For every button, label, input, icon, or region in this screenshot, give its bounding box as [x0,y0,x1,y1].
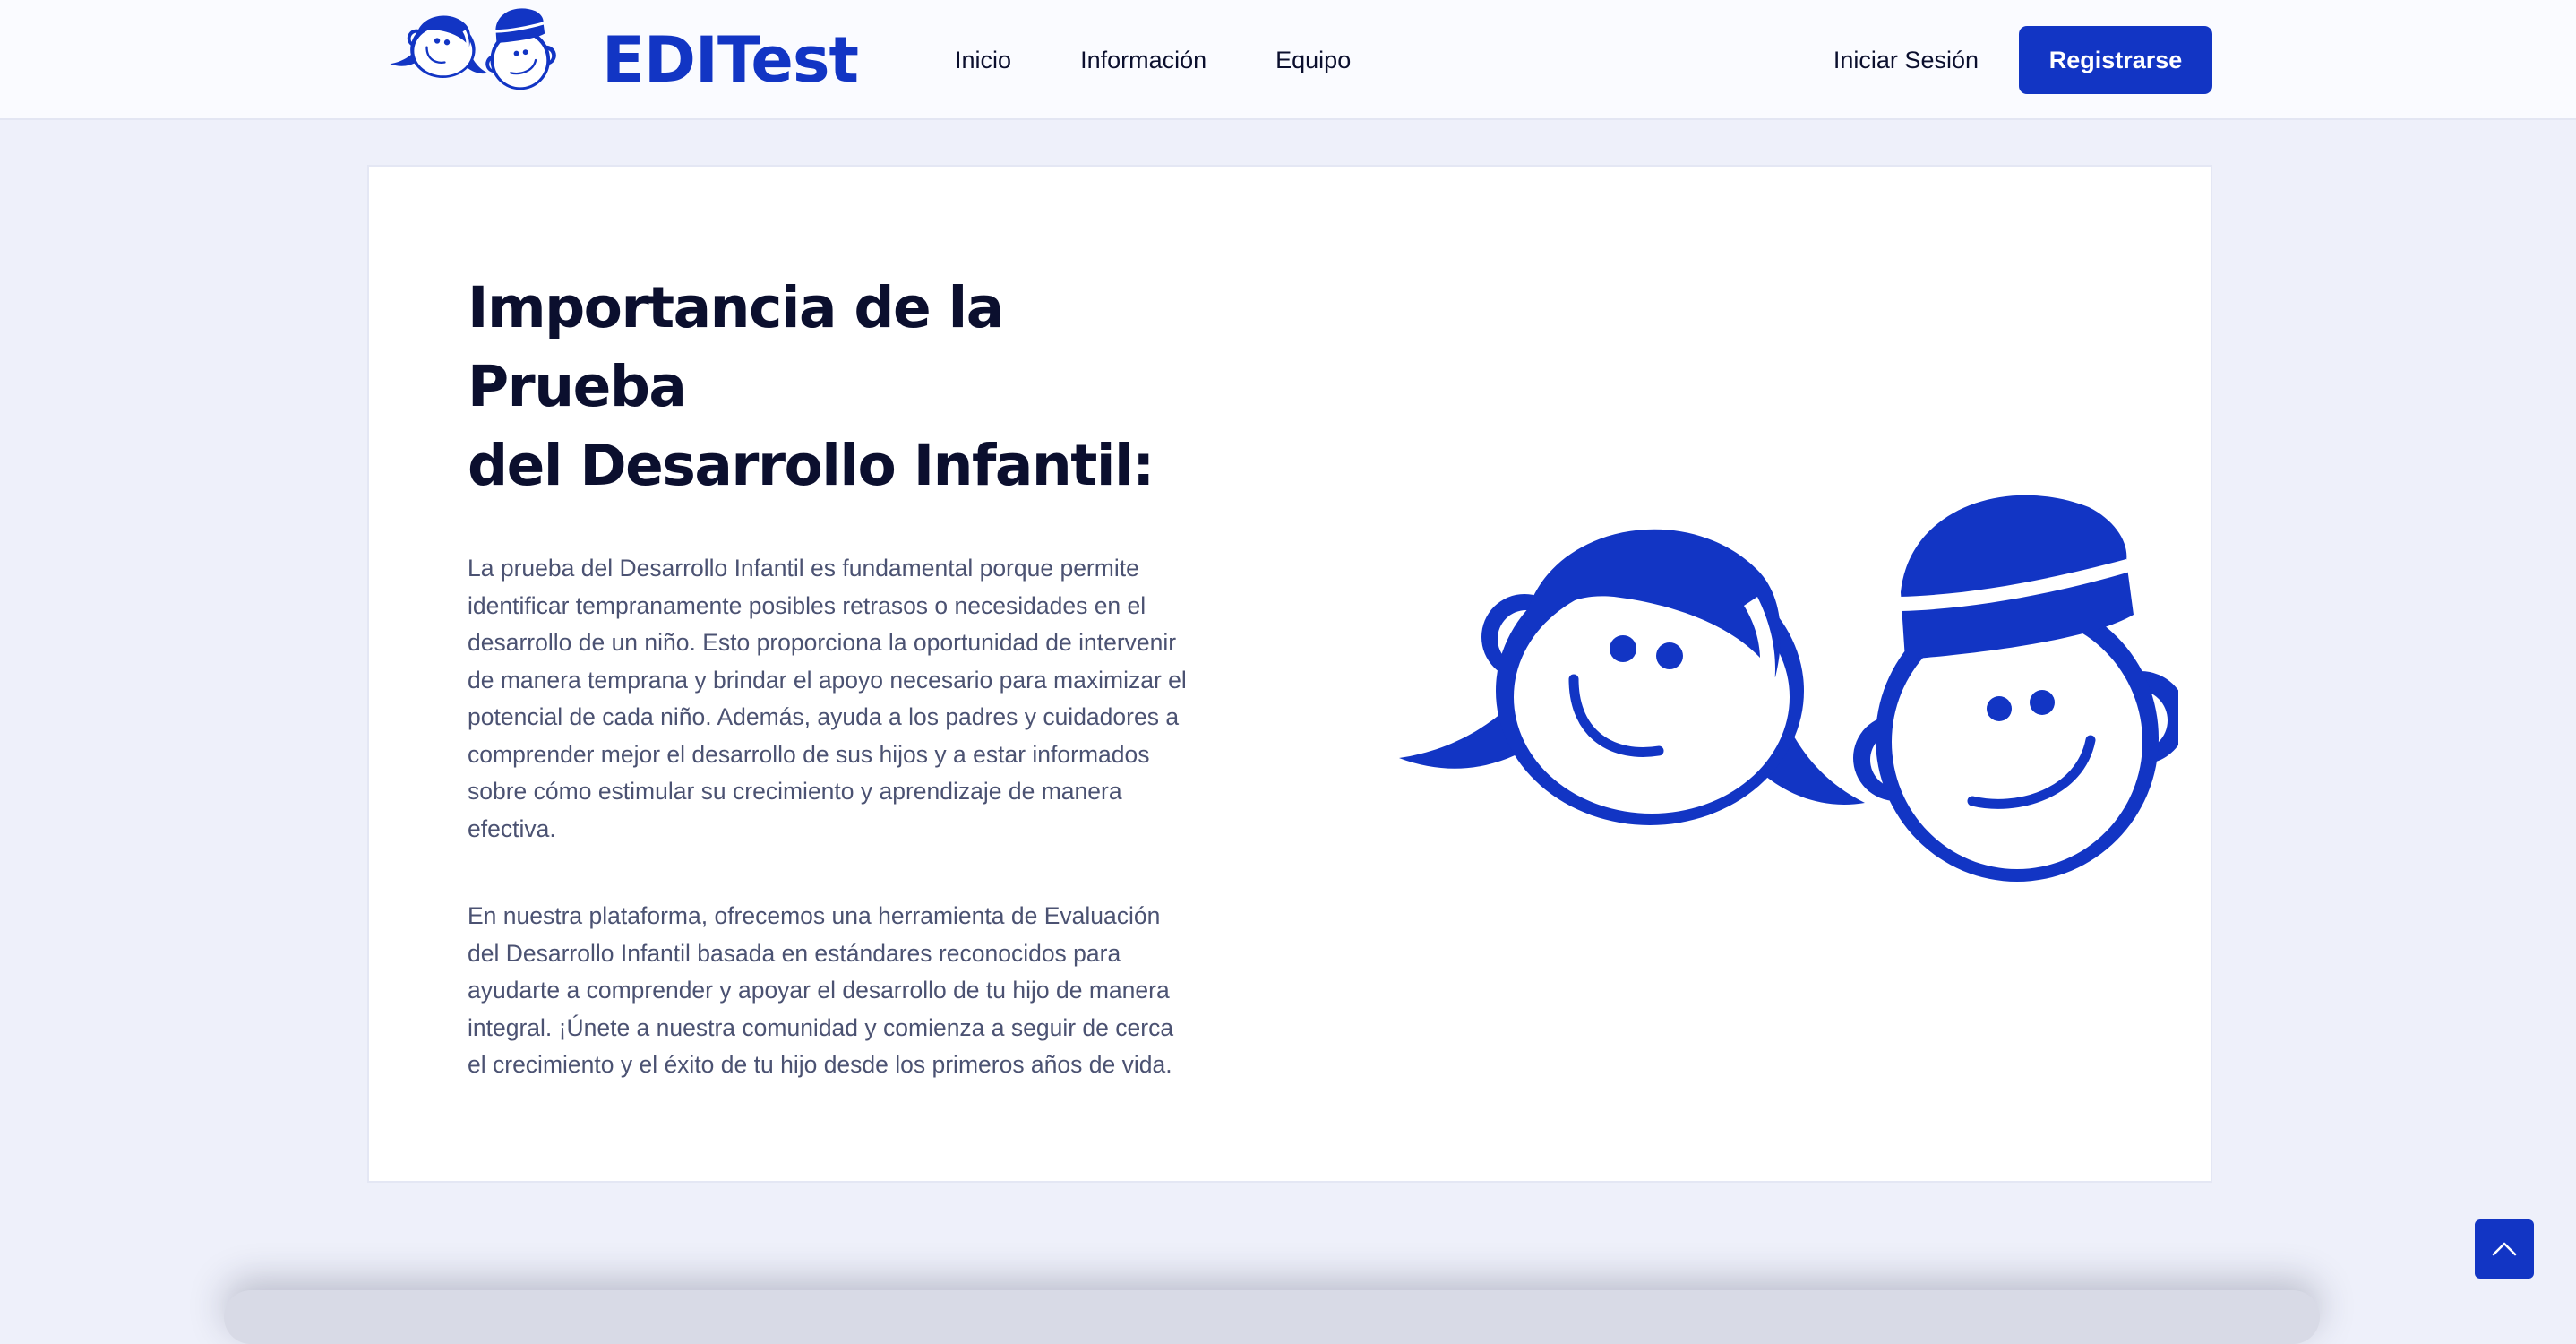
site-header: EDITest Inicio Información Equipo Inicia… [0,0,2576,120]
page-title-line-1: Importancia de la Prueba [468,275,1004,419]
main-nav: Inicio Información Equipo [955,47,1420,74]
intro-paragraph: La prueba del Desarrollo Infantil es fun… [468,555,1187,842]
header-actions: Iniciar Sesión Registrarse [1833,26,2212,94]
scroll-to-top-button[interactable] [2475,1219,2534,1279]
chevron-up-icon [2492,1242,2517,1256]
page-title-line-2: del Desarrollo Infantil: [468,433,1155,498]
children-faces-illustration-icon [1390,453,2178,1027]
nav-item-equipo[interactable]: Equipo [1275,47,1351,74]
brand-home-link[interactable]: EDITest [367,0,859,120]
children-faces-logo-icon [389,7,557,91]
nav-item-informacion[interactable]: Información [1080,47,1206,74]
platform-paragraph: En nuestra plataforma, ofrecemos una her… [468,902,1174,1078]
brand-name: EDITest [602,23,859,97]
header-container: EDITest Inicio Información Equipo Inicia… [367,0,2212,120]
content-card: Importancia de la Prueba del Desarrollo … [367,165,2212,1183]
page-title: Importancia de la Prueba del Desarrollo … [468,269,1193,505]
nav-item-inicio[interactable]: Inicio [955,47,1011,74]
login-link[interactable]: Iniciar Sesión [1833,47,1979,74]
children-faces-illustration [1390,453,2178,1027]
register-button[interactable]: Registrarse [2019,26,2212,94]
content-text: Importancia de la Prueba del Desarrollo … [468,269,1193,1084]
footer-edge [224,1290,2320,1344]
